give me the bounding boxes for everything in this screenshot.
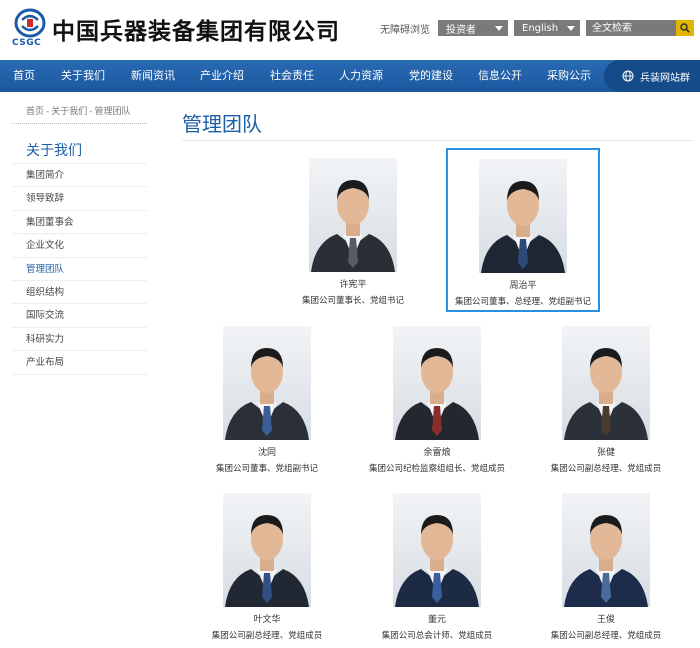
sidebar-item-management-team[interactable]: 管理团队 [12, 258, 147, 281]
breadcrumb-current: 管理团队 [94, 107, 131, 117]
member-card[interactable]: 沈同 集团公司董事、党组副书记 [192, 326, 342, 474]
sidebar-item-international[interactable]: 国际交流 [12, 304, 147, 328]
member-name: 叶文华 [253, 615, 281, 625]
site-title[interactable]: 中国兵器装备集团有限公司 [52, 12, 340, 46]
member-photo [223, 326, 311, 440]
member-role: 集团公司副总经理、党组成员 [211, 631, 323, 641]
member-role: 集团公司董事、党组副书记 [215, 464, 318, 474]
member-name: 许宪平 [339, 280, 367, 290]
member-role: 集团公司董事、总经理、党组副书记 [454, 297, 591, 307]
nav-item-hr[interactable]: 人力资源 [339, 60, 383, 92]
member-card-selected[interactable]: 周治平 集团公司董事、总经理、党组副书记 [446, 148, 600, 312]
portrait-image [395, 515, 479, 607]
member-card[interactable]: 余雷烺 集团公司纪检监察组组长、党组成员 [362, 326, 512, 474]
site-group-label: 兵装网站群 [640, 72, 690, 84]
nav-item-news[interactable]: 新闻资讯 [131, 60, 175, 92]
member-name: 周治平 [509, 281, 537, 291]
portrait-image [311, 180, 395, 272]
portrait-image [564, 515, 648, 607]
search-button[interactable] [676, 20, 694, 36]
member-card[interactable]: 王俊 集团公司副总经理、党组成员 [531, 493, 681, 641]
portrait-image [225, 515, 309, 607]
investor-select-label: 投资者 [446, 24, 476, 36]
member-photo [562, 493, 650, 607]
breadcrumb-separator: - [89, 107, 93, 117]
member-name: 王俊 [596, 615, 615, 625]
nav-item-about[interactable]: 关于我们 [61, 60, 105, 92]
member-role: 集团公司纪检监察组组长、党组成员 [368, 464, 505, 474]
nav-item-procurement[interactable]: 采购公示 [547, 60, 591, 92]
portrait-image [564, 348, 648, 440]
site-group-link[interactable]: 兵装网站群 [604, 60, 700, 92]
sidebar-item-industry-layout[interactable]: 产业布局 [12, 351, 147, 375]
globe-icon [622, 70, 634, 82]
page-title: 管理团队 [182, 112, 262, 136]
nav-item-home[interactable]: 首页 [13, 60, 35, 92]
chevron-down-icon [495, 25, 503, 31]
sidebar-title: 关于我们 [12, 124, 147, 164]
nav-item-industry[interactable]: 产业介绍 [200, 60, 244, 92]
member-photo [223, 493, 311, 607]
member-card[interactable]: 董元 集团公司总会计师、党组成员 [362, 493, 512, 641]
site-header: CSGC 中国兵器装备集团有限公司 无障碍浏览 投资者 English [0, 0, 700, 60]
investor-select[interactable]: 投资者 [438, 20, 508, 36]
nav-item-party[interactable]: 党的建设 [409, 60, 453, 92]
title-divider [182, 140, 694, 141]
sidebar-item-company-profile[interactable]: 集团简介 [12, 164, 147, 188]
breadcrumb-about[interactable]: 关于我们 [51, 107, 87, 117]
search-box [586, 20, 694, 36]
portrait-image [395, 348, 479, 440]
member-role: 集团公司副总经理、党组成员 [550, 464, 662, 474]
sidebar-item-organization[interactable]: 组织结构 [12, 281, 147, 305]
member-card[interactable]: 叶文华 集团公司副总经理、党组成员 [192, 493, 342, 641]
breadcrumb-separator: - [46, 107, 50, 117]
chevron-down-icon [567, 25, 575, 31]
accessibility-link[interactable]: 无障碍浏览 [380, 21, 430, 36]
nav-item-social-responsibility[interactable]: 社会责任 [270, 60, 314, 92]
sidebar-item-leader-speech[interactable]: 领导致辞 [12, 187, 147, 211]
logo-text: CSGC [12, 38, 42, 48]
sidebar: 关于我们 集团简介 领导致辞 集团董事会 企业文化 管理团队 组织结构 国际交流… [12, 123, 147, 375]
member-photo [393, 326, 481, 440]
member-photo [309, 158, 397, 272]
search-icon [680, 23, 690, 33]
breadcrumb-home[interactable]: 首页 [26, 107, 44, 117]
member-name: 沈同 [257, 448, 276, 458]
sidebar-item-culture[interactable]: 企业文化 [12, 234, 147, 258]
top-tools: 无障碍浏览 投资者 English [380, 19, 694, 37]
sidebar-item-research[interactable]: 科研实力 [12, 328, 147, 352]
member-card[interactable]: 许宪平 集团公司董事长、党组书记 [278, 158, 428, 306]
portrait-image [481, 181, 565, 273]
member-name: 张健 [596, 448, 615, 458]
member-role: 集团公司副总经理、党组成员 [550, 631, 662, 641]
search-input[interactable] [586, 20, 674, 36]
nav-item-disclosure[interactable]: 信息公开 [478, 60, 522, 92]
language-select-label: English [522, 22, 559, 34]
member-name: 余雷烺 [423, 448, 451, 458]
csgc-logo-icon[interactable]: CSGC [10, 8, 50, 50]
member-photo [562, 326, 650, 440]
portrait-image [225, 348, 309, 440]
breadcrumb: 首页 - 关于我们 - 管理团队 [26, 104, 131, 117]
sidebar-item-board[interactable]: 集团董事会 [12, 211, 147, 235]
member-photo [393, 493, 481, 607]
member-photo [479, 159, 567, 273]
member-role: 集团公司董事长、党组书记 [301, 296, 404, 306]
language-select[interactable]: English [514, 20, 580, 36]
member-name: 董元 [427, 615, 446, 625]
main-nav: 首页 关于我们 新闻资讯 产业介绍 社会责任 人力资源 党的建设 信息公开 采购… [0, 60, 700, 92]
member-role: 集团公司总会计师、党组成员 [381, 631, 493, 641]
member-card[interactable]: 张健 集团公司副总经理、党组成员 [531, 326, 681, 474]
